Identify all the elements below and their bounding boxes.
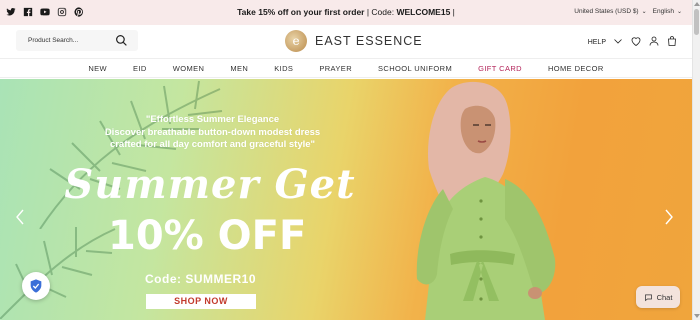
help-label: HELP	[587, 38, 606, 46]
tagline-line: crafted for all day comfort and graceful…	[109, 139, 316, 150]
nav-item-women[interactable]: WOMEN	[160, 64, 218, 73]
palm-leaf-decoration	[0, 227, 116, 319]
logo-mark-icon: e	[285, 30, 307, 52]
nav-item-eid[interactable]: EID	[120, 64, 160, 73]
hero-script-title: Summer Get	[64, 161, 356, 208]
rewards-badge-button[interactable]	[22, 272, 50, 300]
shield-check-icon	[30, 279, 42, 293]
chevron-down-icon: ⌄	[676, 9, 682, 15]
nav-item-prayer[interactable]: PRAYER	[306, 64, 365, 73]
hero-discount: 10% OFF	[108, 213, 307, 259]
hero-tagline: "Effortless Summer Elegance Discover bre…	[80, 114, 345, 152]
promo-code: WELCOME15	[396, 7, 451, 17]
site-header: e EAST ESSENCE HELP	[0, 25, 692, 58]
chevron-down-icon: ⌄	[641, 9, 647, 15]
promo-separator: | Code:	[364, 7, 397, 17]
language-selector[interactable]: English ⌄	[653, 8, 682, 15]
language-label: English	[652, 8, 674, 15]
nav-item-home-decor[interactable]: HOME DECOR	[535, 64, 617, 73]
wishlist-heart-icon[interactable]	[630, 35, 642, 49]
carousel-prev-arrow-icon[interactable]	[15, 209, 25, 225]
shop-now-button[interactable]: SHOP NOW	[146, 294, 256, 309]
chevron-down-icon[interactable]	[612, 35, 624, 49]
hero-banner[interactable]: "Effortless Summer Elegance Discover bre…	[0, 79, 692, 320]
site-logo[interactable]: e EAST ESSENCE	[285, 30, 423, 52]
promo-text: Take 15% off on your first order	[237, 7, 365, 17]
help-menu[interactable]: HELP	[588, 39, 606, 46]
nav-item-kids[interactable]: KIDS	[261, 64, 306, 73]
hero-promo-code: Code: SUMMER10	[145, 272, 257, 286]
chat-button[interactable]: Chat	[636, 286, 680, 308]
nav-item-school-uniform[interactable]: SCHOOL UNIFORM	[365, 64, 465, 73]
scroll-down-arrow-icon[interactable]	[694, 314, 700, 318]
currency-selector[interactable]: United States (USD $) ⌄	[574, 8, 646, 15]
announcement-bar: Take 15% off on your first order | Code:…	[0, 0, 692, 25]
locale-selectors: United States (USD $) ⌄ English ⌄	[574, 8, 682, 15]
chat-label: Chat	[656, 292, 673, 302]
currency-label: United States (USD $)	[574, 8, 639, 15]
model-image	[416, 81, 556, 320]
logo-text: EAST ESSENCE	[315, 34, 423, 48]
page-scrollbar[interactable]	[692, 0, 700, 320]
tagline-line: Discover breathable button-down modest d…	[104, 126, 321, 138]
nav-item-men[interactable]: MEN	[217, 64, 261, 73]
search-icon[interactable]	[115, 34, 128, 52]
main-nav: NEW EID WOMEN MEN KIDS PRAYER SCHOOL UNI…	[0, 58, 692, 78]
scroll-up-arrow-icon[interactable]	[694, 2, 700, 6]
search-box	[16, 30, 138, 51]
tagline-line: "Effortless Summer Elegance	[145, 114, 280, 125]
shopping-bag-icon[interactable]	[666, 35, 678, 49]
promo-tail: |	[450, 7, 455, 17]
nav-item-gift-card[interactable]: GIFT CARD	[465, 64, 535, 73]
search-input[interactable]	[16, 37, 111, 44]
chat-bubble-icon	[644, 294, 652, 301]
nav-item-new[interactable]: NEW	[75, 64, 120, 73]
carousel-next-arrow-icon[interactable]	[664, 209, 674, 225]
header-actions: HELP	[588, 35, 678, 49]
account-user-icon[interactable]	[648, 35, 660, 49]
scroll-thumb[interactable]	[694, 9, 699, 35]
